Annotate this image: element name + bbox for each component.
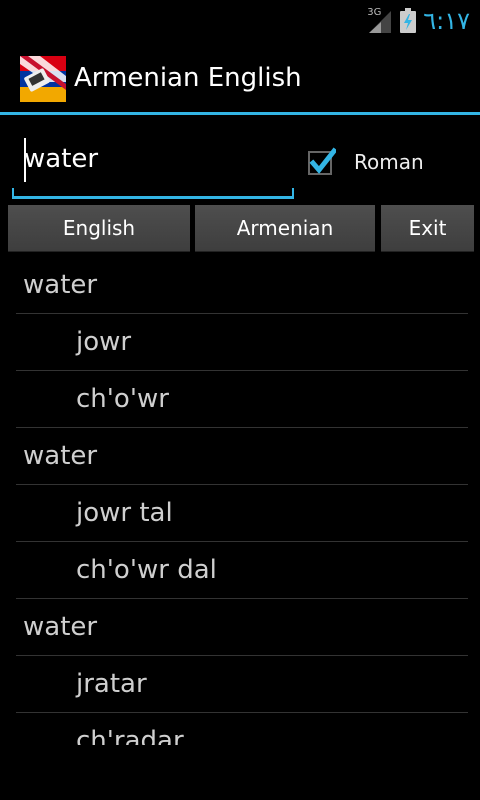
- search-field[interactable]: [12, 134, 296, 200]
- status-bar: 3G ٦:١٧: [0, 0, 480, 40]
- status-icons: 3G ٦:١٧: [367, 6, 470, 36]
- result-translation[interactable]: jratar: [16, 656, 468, 713]
- english-button[interactable]: English: [8, 205, 190, 252]
- app-title: Armenian English: [74, 63, 302, 93]
- result-term[interactable]: water: [16, 428, 468, 485]
- text-cursor: [24, 138, 26, 182]
- action-bar-divider: [0, 112, 480, 115]
- armenian-button[interactable]: Armenian: [195, 205, 375, 252]
- search-underline: [12, 188, 294, 199]
- clock: ٦:١٧: [423, 7, 470, 35]
- result-term[interactable]: water: [16, 257, 468, 314]
- result-translation[interactable]: ch'o'wr: [16, 371, 468, 428]
- results-list[interactable]: water jowr ch'o'wr water jowr tal ch'o'w…: [16, 257, 468, 745]
- action-bar: Armenian English: [0, 40, 480, 112]
- result-translation[interactable]: ch'radar: [16, 713, 468, 745]
- roman-checkbox[interactable]: Roman: [306, 142, 424, 182]
- checkbox-checked-icon[interactable]: [306, 147, 336, 177]
- result-term[interactable]: water: [16, 599, 468, 656]
- flag-dictionary-icon[interactable]: [20, 56, 66, 102]
- exit-button[interactable]: Exit: [381, 205, 474, 252]
- battery-charging-icon: [400, 8, 417, 33]
- result-translation[interactable]: jowr: [16, 314, 468, 371]
- signal-icon: 3G: [367, 7, 393, 35]
- search-input[interactable]: [12, 134, 296, 184]
- roman-checkbox-label[interactable]: Roman: [354, 150, 424, 174]
- result-translation[interactable]: ch'o'wr dal: [16, 542, 468, 599]
- result-translation[interactable]: jowr tal: [16, 485, 468, 542]
